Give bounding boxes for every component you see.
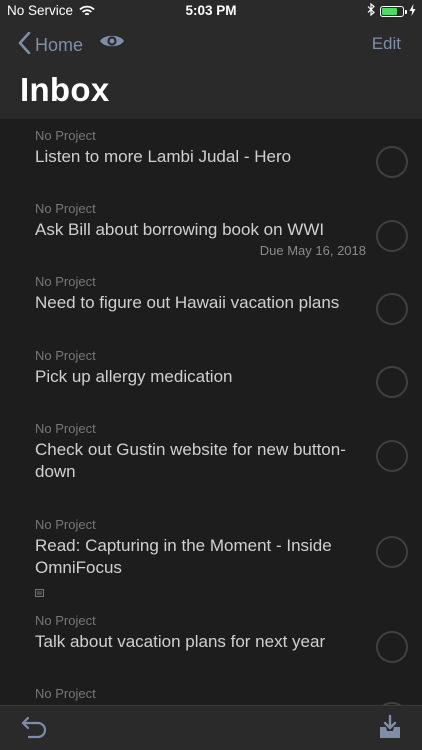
task-title: Check out Gustin website for new button-… xyxy=(35,440,346,481)
completion-circle[interactable] xyxy=(376,440,408,472)
navigation-bar: Home Edit Inbox xyxy=(0,22,422,119)
task-list: No Project Listen to more Lambi Judal - … xyxy=(0,119,422,705)
charging-icon xyxy=(409,3,416,19)
inbox-add-icon[interactable] xyxy=(378,714,402,745)
project-label: No Project xyxy=(35,128,96,143)
project-label: No Project xyxy=(35,613,96,628)
completion-circle[interactable] xyxy=(376,536,408,568)
back-button[interactable]: Home xyxy=(18,31,84,59)
completion-circle[interactable] xyxy=(376,366,408,398)
status-right xyxy=(367,2,416,19)
battery-level xyxy=(382,7,397,15)
bottom-toolbar xyxy=(0,705,422,750)
eye-icon[interactable] xyxy=(99,32,125,55)
completion-circle[interactable] xyxy=(376,293,408,325)
note-icon xyxy=(35,584,44,602)
status-bar: No Service 5:03 PM xyxy=(0,0,422,22)
project-label: No Project xyxy=(35,686,96,701)
task-title: Need to figure out Hawaii vacation plans xyxy=(35,293,340,312)
undo-icon[interactable] xyxy=(20,715,48,744)
completion-circle[interactable] xyxy=(376,631,408,663)
chevron-left-icon xyxy=(18,31,31,59)
back-label: Home xyxy=(35,35,84,55)
clock: 5:03 PM xyxy=(185,3,237,18)
bluetooth-icon xyxy=(367,2,375,19)
project-label: No Project xyxy=(35,348,96,363)
project-label: No Project xyxy=(35,201,96,216)
task-title: Talk about vacation plans for next year xyxy=(35,632,326,651)
project-label: No Project xyxy=(35,274,96,289)
project-label: No Project xyxy=(35,421,96,436)
task-title: Pick up allergy medication xyxy=(35,367,233,386)
task-title: Ask Bill about borrowing book on WWI xyxy=(35,220,325,239)
completion-circle[interactable] xyxy=(376,146,408,178)
task-title: Listen to more Lambi Judal - Hero xyxy=(35,147,292,166)
page-title: Inbox xyxy=(20,71,110,108)
task-title: Read: Capturing in the Moment - Inside O… xyxy=(35,536,332,577)
project-label: No Project xyxy=(35,517,96,532)
due-date: Due May 16, 2018 xyxy=(259,243,366,258)
completion-circle[interactable] xyxy=(376,220,408,252)
edit-button[interactable]: Edit xyxy=(372,34,401,54)
battery-icon xyxy=(380,5,407,17)
